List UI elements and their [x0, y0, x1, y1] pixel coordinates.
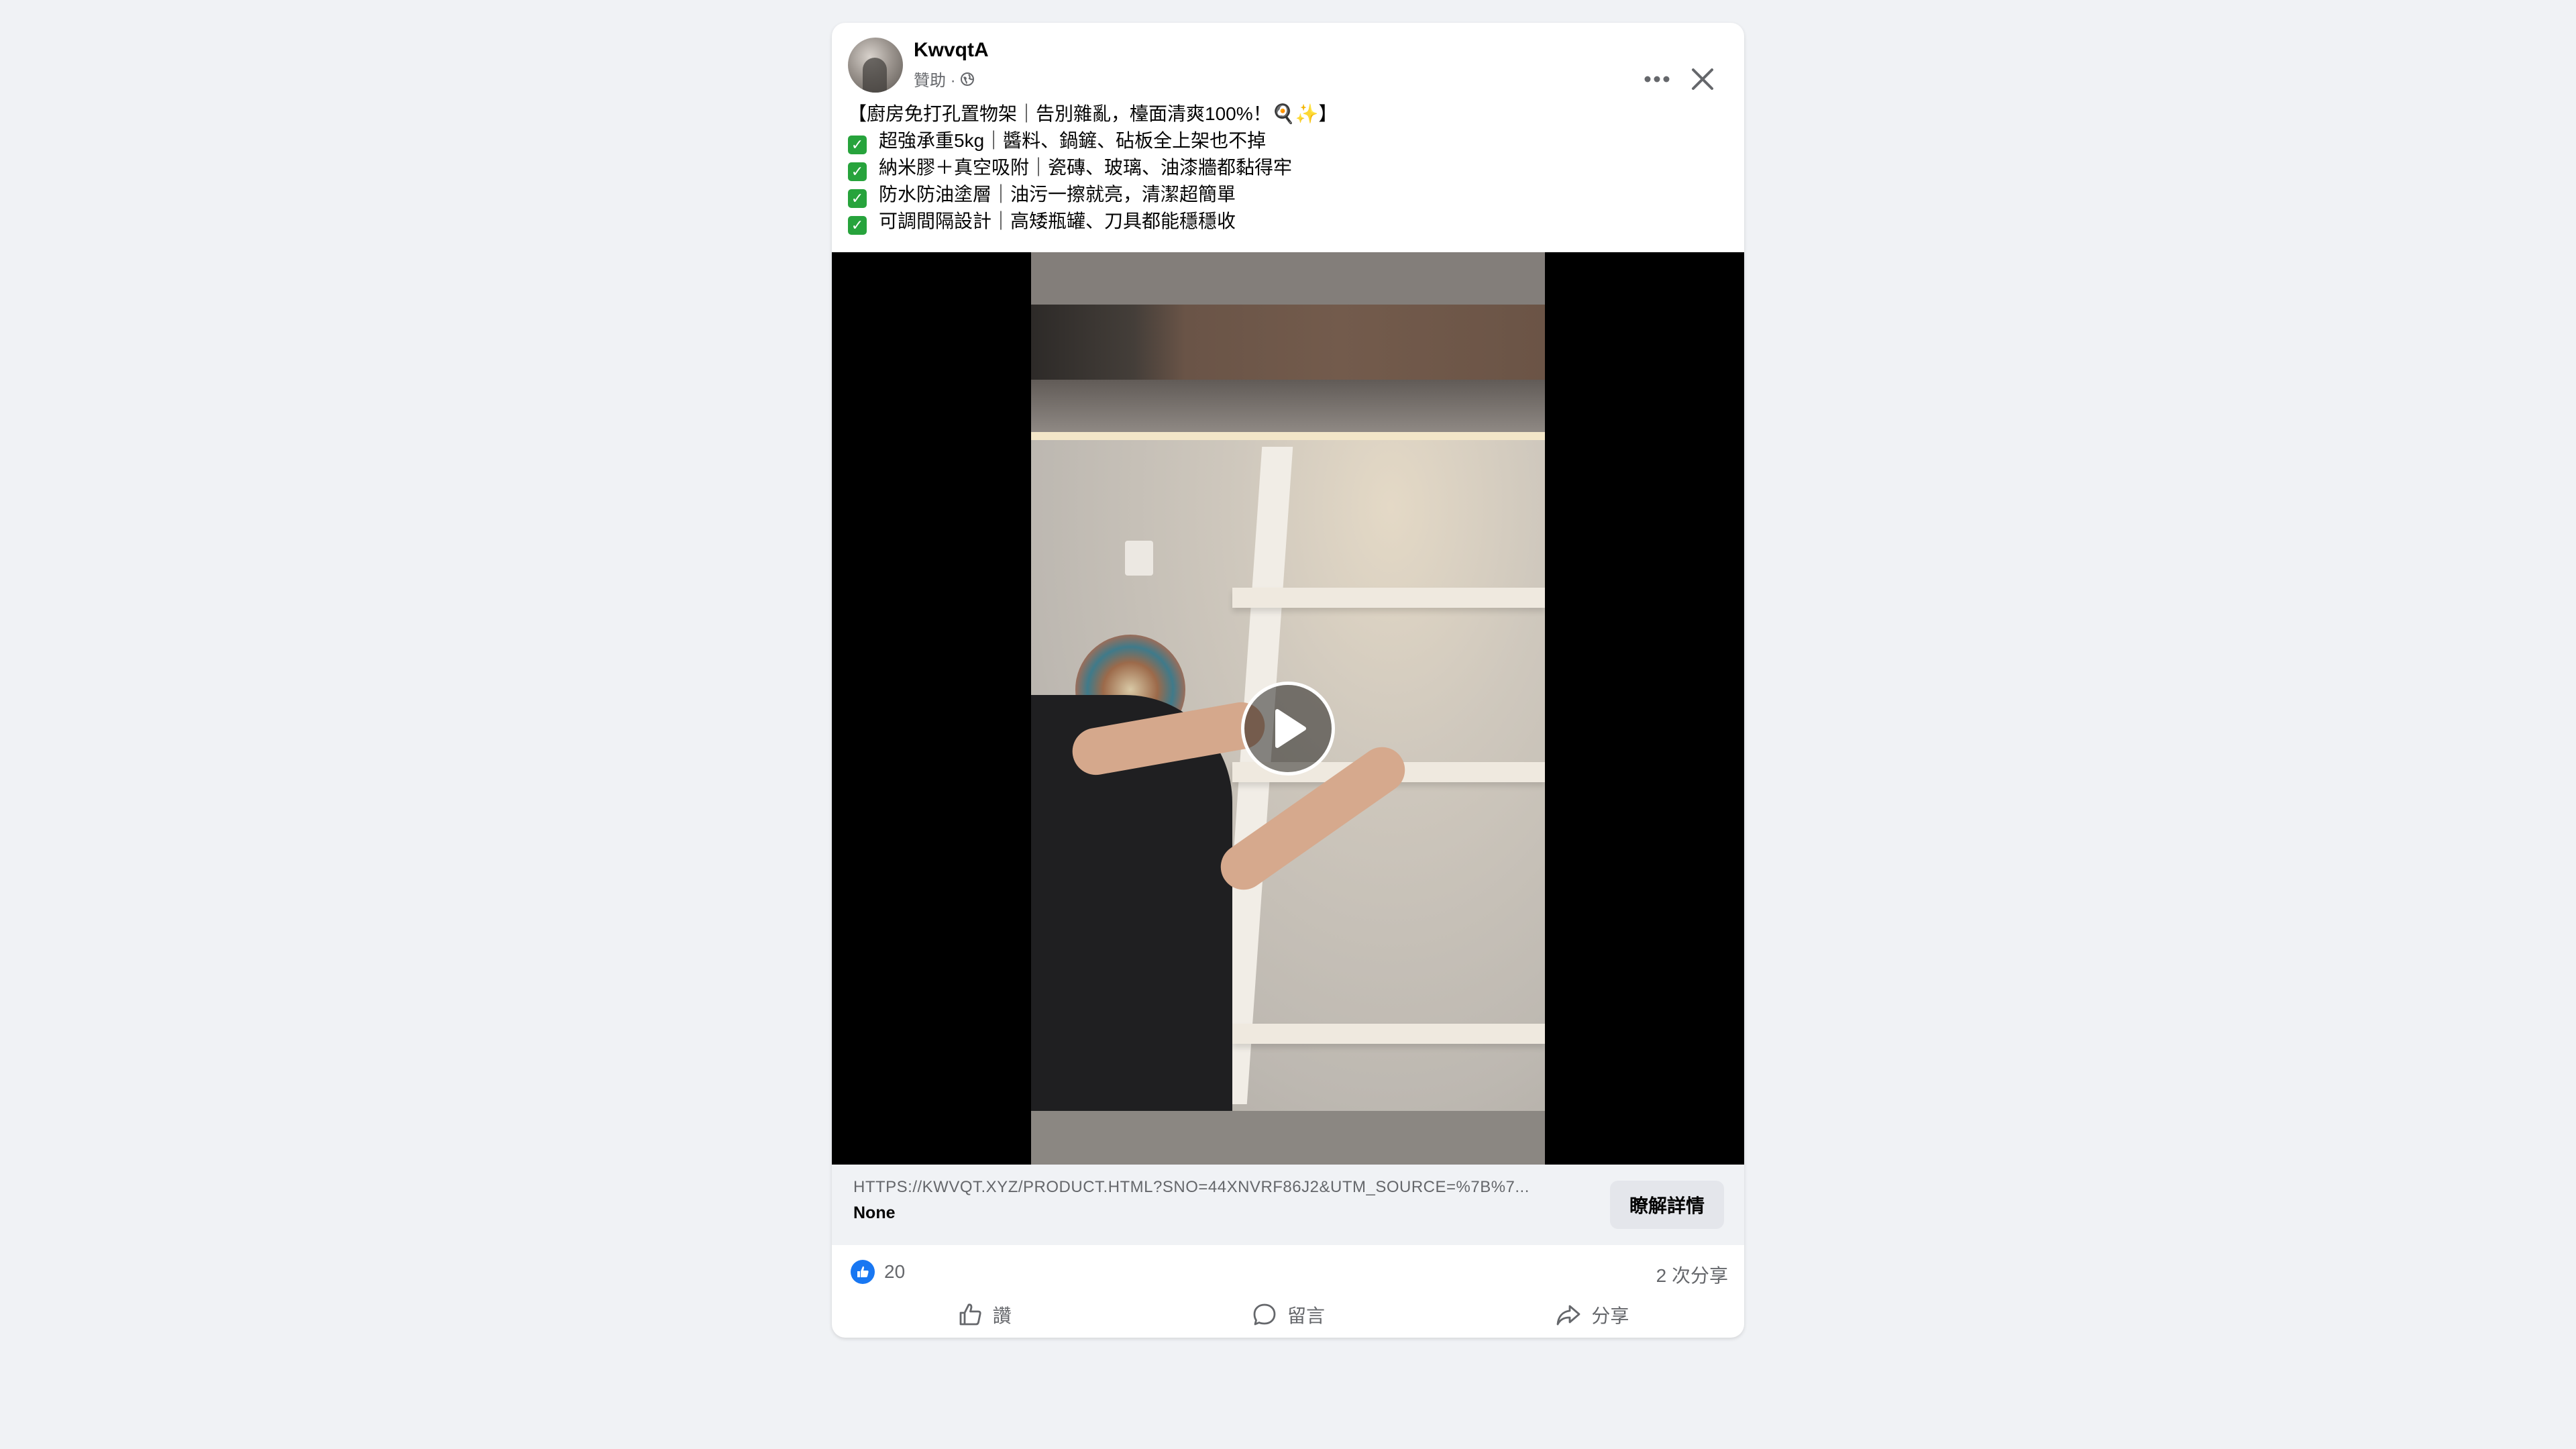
- engagement-stats: 20 2 次分享: [832, 1256, 1744, 1289]
- like-count[interactable]: 20: [884, 1261, 905, 1283]
- check-mark-button-icon: ✓: [848, 136, 867, 154]
- comment-icon: [1253, 1303, 1276, 1326]
- close-icon: [1692, 68, 1713, 90]
- share-arrow-icon: [1556, 1305, 1580, 1326]
- check-mark-button-icon: ✓: [848, 162, 867, 181]
- page-name[interactable]: KwvqtA: [914, 39, 989, 62]
- like-button[interactable]: 讚: [832, 1292, 1136, 1338]
- post-headline: 【廚房免打孔置物架｜告別雜亂，檯面清爽100%！🍳✨】: [848, 103, 1338, 124]
- learn-more-button[interactable]: 瞭解詳情: [1610, 1181, 1724, 1229]
- sponsored-post-card: KwvqtA 贊助 · 【廚房免打孔置物架｜告別雜亂，檯面清爽100%！🍳✨】 …: [832, 23, 1744, 1338]
- link-url[interactable]: HTTPS://KWVQT.XYZ/PRODUCT.HTML?SNO=44XNV…: [853, 1178, 1529, 1197]
- link-title[interactable]: None: [853, 1203, 896, 1223]
- post-feature-line: ✓ 可調間隔設計｜高矮瓶罐、刀具都能穩穩收: [848, 208, 1720, 235]
- post-feature-line: ✓ 納米膠＋真空吸附｜瓷磚、玻璃、油漆牆都黏得牢: [848, 154, 1720, 181]
- check-mark-button-icon: ✓: [848, 189, 867, 208]
- post-header: KwvqtA 贊助 ·: [832, 23, 1744, 97]
- comment-button[interactable]: 留言: [1136, 1292, 1440, 1338]
- comment-label: 留言: [1287, 1305, 1325, 1326]
- share-button[interactable]: 分享: [1440, 1292, 1744, 1338]
- check-mark-button-icon: ✓: [848, 216, 867, 235]
- more-options-icon: [1644, 76, 1670, 83]
- post-action-bar: 讚 留言 分享: [832, 1292, 1744, 1338]
- close-button[interactable]: [1682, 59, 1723, 99]
- page-avatar[interactable]: [848, 38, 903, 93]
- post-feature-line: ✓ 防水防油塗層｜油污一擦就亮，清潔超簡單: [848, 181, 1720, 208]
- post-feature-line: ✓ 超強承重5kg｜醬料、鍋鏟、砧板全上架也不掉: [848, 127, 1720, 154]
- post-body-text: 【廚房免打孔置物架｜告別雜亂，檯面清爽100%！🍳✨】 ✓ 超強承重5kg｜醬料、…: [848, 101, 1720, 235]
- globe-icon: [960, 72, 975, 87]
- more-options-button[interactable]: [1637, 59, 1677, 99]
- thumbs-up-icon: [959, 1303, 981, 1326]
- share-count[interactable]: 2 次分享: [1656, 1261, 1728, 1288]
- post-meta: 贊助 ·: [914, 67, 975, 91]
- share-label: 分享: [1591, 1305, 1629, 1326]
- link-preview[interactable]: HTTPS://KWVQT.XYZ/PRODUCT.HTML?SNO=44XNV…: [832, 1165, 1744, 1245]
- like-reaction-icon[interactable]: [851, 1260, 875, 1284]
- play-button[interactable]: [1241, 682, 1335, 775]
- video-player[interactable]: [832, 252, 1744, 1165]
- sponsored-label[interactable]: 贊助 ·: [914, 67, 956, 91]
- like-label: 讚: [992, 1305, 1012, 1326]
- play-icon: [1275, 709, 1306, 748]
